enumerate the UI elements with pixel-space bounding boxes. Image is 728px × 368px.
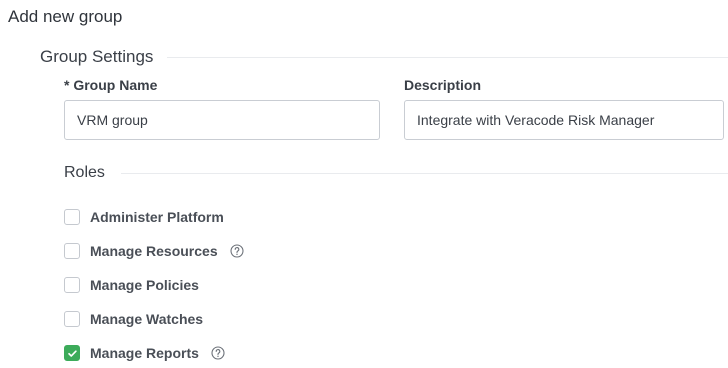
page-title: Add new group — [8, 7, 123, 26]
role-label: Manage Watches — [90, 311, 204, 327]
role-administer-platform[interactable]: Administer Platform — [64, 208, 224, 226]
role-manage-reports[interactable]: Manage Reports — [64, 344, 225, 362]
group-settings-heading: Group Settings — [40, 47, 154, 66]
section-divider — [120, 172, 728, 174]
manage-resources-checkbox[interactable] — [64, 243, 80, 259]
roles-heading: Roles — [64, 164, 105, 181]
role-label: Manage Resources — [90, 243, 218, 259]
administer-platform-checkbox[interactable] — [64, 209, 80, 225]
role-label: Manage Reports — [90, 345, 199, 361]
manage-policies-checkbox[interactable] — [64, 277, 80, 293]
role-label: Administer Platform — [90, 209, 224, 225]
manage-watches-checkbox[interactable] — [64, 311, 80, 327]
question-circle-icon[interactable] — [211, 346, 225, 360]
description-input[interactable] — [404, 100, 724, 140]
role-manage-resources[interactable]: Manage Resources — [64, 242, 244, 260]
description-label: Description — [404, 77, 482, 93]
role-manage-watches[interactable]: Manage Watches — [64, 310, 203, 328]
question-circle-icon[interactable] — [230, 244, 244, 258]
group-name-label: * Group Name — [64, 77, 158, 93]
check-icon — [67, 349, 77, 357]
add-group-page: Add new group Group Settings * Group Nam… — [0, 0, 728, 368]
section-divider — [167, 56, 728, 58]
role-label: Manage Policies — [90, 277, 199, 293]
manage-reports-checkbox[interactable] — [64, 345, 80, 361]
role-manage-policies[interactable]: Manage Policies — [64, 276, 199, 294]
group-name-input[interactable] — [64, 100, 380, 140]
roles-section-header: Roles — [64, 163, 728, 183]
group-settings-section-header: Group Settings — [40, 46, 728, 68]
